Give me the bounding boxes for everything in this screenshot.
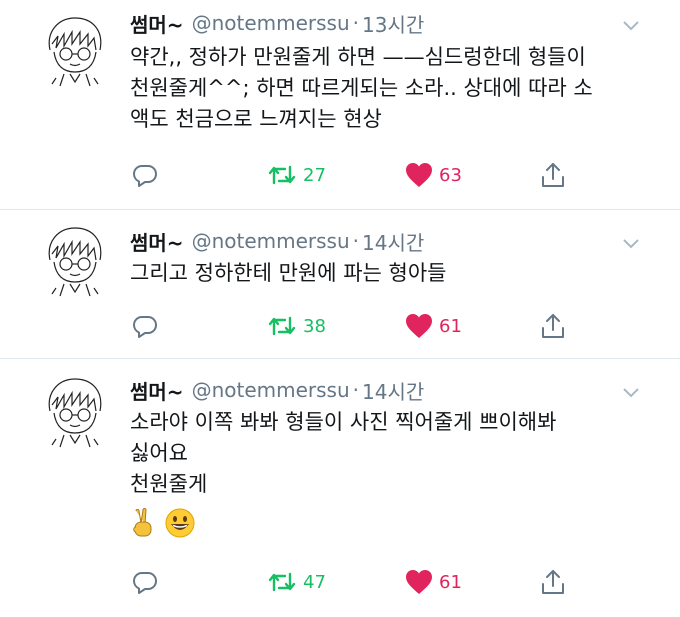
- tweet-header: 썸머~ @notemmerssu · 14시간: [130, 226, 424, 256]
- tweet-divider: [0, 358, 680, 359]
- retweet-icon: [267, 314, 297, 338]
- chevron-down-icon[interactable]: [622, 238, 640, 250]
- tweet-text-line: 천원줄게^^; 하면 따르게되는 소라.. 상대에 따라 소: [130, 76, 593, 100]
- tweet-text-line: 천원줄게: [130, 472, 208, 496]
- retweet-icon: [267, 163, 297, 187]
- tweet-actions: 27 63: [130, 158, 590, 192]
- display-name[interactable]: 썸머~: [130, 376, 184, 405]
- retweet-button[interactable]: 27: [267, 158, 326, 192]
- reply-icon: [132, 314, 158, 338]
- like-button[interactable]: 61: [405, 309, 462, 343]
- chevron-down-icon[interactable]: [622, 20, 640, 32]
- share-icon: [540, 313, 566, 339]
- timestamp[interactable]: 14시간: [362, 376, 424, 405]
- tweet-header: 썸머~ @notemmerssu · 13시간: [130, 8, 424, 38]
- timestamp[interactable]: 13시간: [362, 9, 424, 38]
- retweet-button[interactable]: 38: [267, 309, 326, 343]
- share-button[interactable]: [540, 309, 566, 343]
- tweet-actions: 47 61: [130, 565, 590, 599]
- tweet-divider: [0, 209, 680, 210]
- avatar[interactable]: [42, 224, 108, 298]
- user-handle[interactable]: @notemmerssu: [192, 11, 350, 35]
- separator-dot: ·: [352, 229, 359, 253]
- heart-icon: [405, 313, 433, 339]
- share-icon: [540, 162, 566, 188]
- like-count: 63: [439, 164, 462, 186]
- separator-dot: ·: [352, 11, 359, 35]
- like-button[interactable]: 61: [405, 565, 462, 599]
- emoji-row: [130, 506, 650, 540]
- timestamp[interactable]: 14시간: [362, 227, 424, 256]
- avatar[interactable]: [42, 14, 108, 88]
- tweet-header: 썸머~ @notemmerssu · 14시간: [130, 375, 424, 405]
- share-button[interactable]: [540, 158, 566, 192]
- share-button[interactable]: [540, 565, 566, 599]
- tweet-text: 약간,, 정하가 만원줄게 하면 ——심드렁한데 형들이 천원줄게^^; 하면 …: [130, 42, 650, 135]
- reply-button[interactable]: [132, 309, 158, 343]
- reply-button[interactable]: [132, 158, 158, 192]
- chevron-down-icon[interactable]: [622, 387, 640, 399]
- user-handle[interactable]: @notemmerssu: [192, 229, 350, 253]
- victory-hand-icon: [130, 507, 156, 539]
- grinning-face-icon: [164, 507, 196, 539]
- share-icon: [540, 569, 566, 595]
- like-button[interactable]: 63: [405, 158, 462, 192]
- tweet-actions: 38 61: [130, 309, 590, 343]
- reply-icon: [132, 570, 158, 594]
- heart-icon: [405, 569, 433, 595]
- retweet-icon: [267, 570, 297, 594]
- tweet-text-line: 액도 천금으로 느껴지는 현상: [130, 107, 382, 131]
- separator-dot: ·: [352, 378, 359, 402]
- retweet-count: 47: [303, 571, 326, 593]
- tweet-text-line: 소라야 이쪽 봐봐 형들이 사진 찍어줄게 쁘이해봐: [130, 410, 557, 434]
- tweet-feed: 썸머~ @notemmerssu · 13시간 약간,, 정하가 만원줄게 하면…: [0, 0, 680, 617]
- tweet-text-line: 약간,, 정하가 만원줄게 하면 ——심드렁한데 형들이: [130, 45, 586, 69]
- heart-icon: [405, 162, 433, 188]
- retweet-count: 38: [303, 315, 326, 337]
- display-name[interactable]: 썸머~: [130, 227, 184, 256]
- user-handle[interactable]: @notemmerssu: [192, 378, 350, 402]
- display-name[interactable]: 썸머~: [130, 9, 184, 38]
- tweet-text-line: 싫어요: [130, 441, 188, 465]
- reply-button[interactable]: [132, 565, 158, 599]
- reply-icon: [132, 163, 158, 187]
- avatar[interactable]: [42, 375, 108, 449]
- tweet-text: 소라야 이쪽 봐봐 형들이 사진 찍어줄게 쁘이해봐 싫어요 천원줄게: [130, 407, 650, 540]
- retweet-count: 27: [303, 164, 326, 186]
- retweet-button[interactable]: 47: [267, 565, 326, 599]
- like-count: 61: [439, 571, 462, 593]
- like-count: 61: [439, 315, 462, 337]
- tweet-text: 그리고 정하한테 만원에 파는 형아들: [130, 258, 650, 289]
- tweet-text-line: 그리고 정하한테 만원에 파는 형아들: [130, 261, 447, 285]
